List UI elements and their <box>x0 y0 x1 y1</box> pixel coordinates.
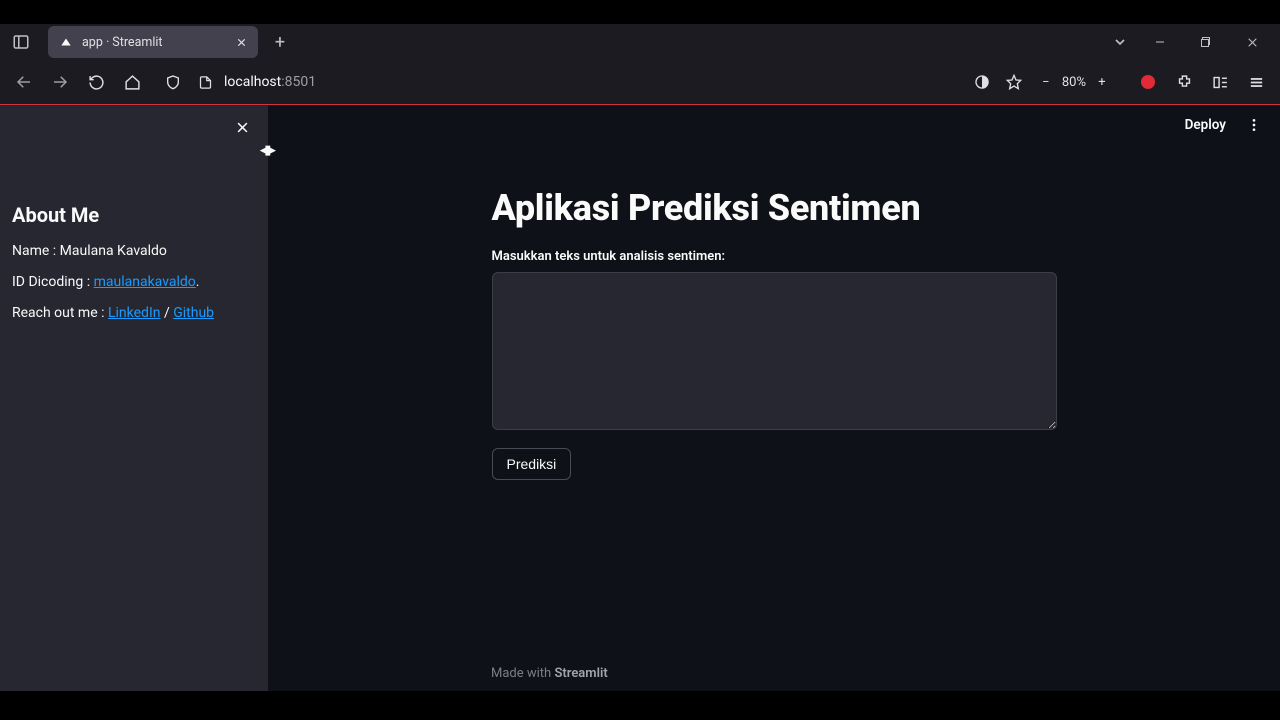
tab-strip: app · Streamlit + <box>0 24 1280 60</box>
home-button[interactable] <box>116 66 148 98</box>
streamlit-sidebar: ◂▮▸ About Me Name : Maulana Kavaldo ID D… <box>0 105 268 691</box>
browser-chrome: app · Streamlit + <box>0 24 1280 105</box>
sidebar-reach: Reach out me : LinkedIn / Github <box>12 303 252 324</box>
new-tab-button[interactable]: + <box>266 28 294 56</box>
window-sidebar-icon[interactable] <box>6 27 36 57</box>
shield-icon[interactable] <box>160 69 186 95</box>
bookmark-icon[interactable] <box>1000 68 1028 96</box>
textarea-label: Masukkan teks untuk analisis sentimen: <box>492 249 1057 264</box>
zoom-controls: − 80% + <box>1032 68 1116 96</box>
sidebar-heading: About Me <box>12 203 252 227</box>
predict-button[interactable]: Prediksi <box>492 448 572 480</box>
reader-mode-icon[interactable] <box>968 68 996 96</box>
dicoding-link[interactable]: maulanakavaldo <box>94 274 196 290</box>
browser-tab[interactable]: app · Streamlit <box>48 26 258 58</box>
sidebar-name: Name : Maulana Kavaldo <box>12 241 252 262</box>
page-title: Aplikasi Prediksi Sentimen <box>492 187 1057 229</box>
streamlit-main: Deploy Aplikasi Prediksi Sentimen Masukk… <box>268 105 1280 691</box>
sentiment-textarea[interactable] <box>492 272 1057 430</box>
nav-toolbar: localhost:8501 − 80% + <box>0 60 1280 104</box>
reload-button[interactable] <box>80 66 112 98</box>
streamlit-favicon-icon <box>58 34 74 50</box>
zoom-level: 80% <box>1062 75 1086 90</box>
back-button[interactable] <box>8 66 40 98</box>
linkedin-link[interactable]: LinkedIn <box>108 305 161 321</box>
tabs-dropdown-icon[interactable] <box>1104 26 1136 58</box>
sidebar-close-icon[interactable] <box>230 115 254 139</box>
app-menu-icon[interactable] <box>1240 66 1272 98</box>
extensions-icon[interactable] <box>1168 66 1200 98</box>
sidebar-id: ID Dicoding : maulanakavaldo. <box>12 272 252 293</box>
account-icon[interactable] <box>1204 66 1236 98</box>
site-info-icon[interactable] <box>192 69 218 95</box>
url-text: localhost:8501 <box>224 74 316 90</box>
streamlit-footer: Made with Streamlit <box>491 666 608 681</box>
record-indicator-icon[interactable] <box>1132 66 1164 98</box>
close-window-button[interactable] <box>1230 26 1274 58</box>
page-viewport: ◂▮▸ About Me Name : Maulana Kavaldo ID D… <box>0 105 1280 691</box>
github-link[interactable]: Github <box>173 305 214 321</box>
streamlit-menu-icon[interactable] <box>1242 113 1266 137</box>
url-bar[interactable]: localhost:8501 − 80% + <box>156 66 1124 98</box>
forward-button[interactable] <box>44 66 76 98</box>
tab-title: app · Streamlit <box>82 35 224 50</box>
maximize-button[interactable] <box>1184 26 1228 58</box>
deploy-button[interactable]: Deploy <box>1177 113 1234 137</box>
zoom-in-button[interactable]: + <box>1088 68 1116 96</box>
zoom-out-button[interactable]: − <box>1032 68 1060 96</box>
minimize-button[interactable] <box>1138 26 1182 58</box>
close-tab-icon[interactable] <box>232 33 250 51</box>
